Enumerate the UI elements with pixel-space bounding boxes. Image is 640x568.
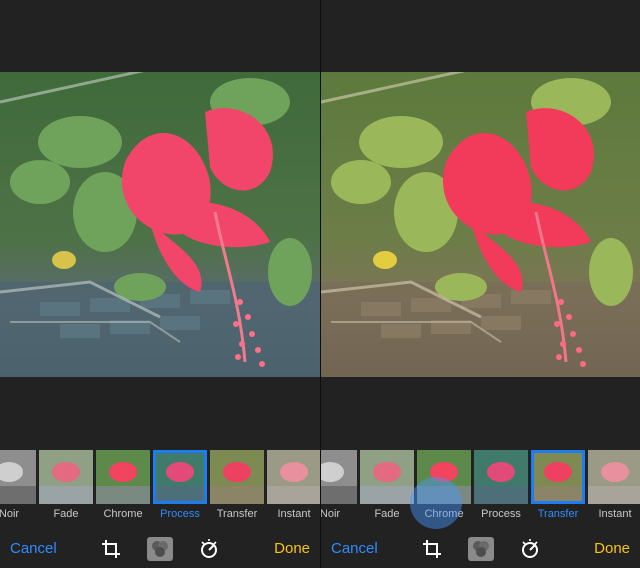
- adjust-icon[interactable]: [198, 538, 220, 560]
- cancel-button[interactable]: Cancel: [331, 540, 378, 557]
- crop-icon[interactable]: [100, 538, 122, 560]
- filter-label-fade[interactable]: Fade: [36, 508, 96, 520]
- editor-panel-right: Noir Fade Chrome Process Transfer Instan…: [321, 0, 640, 568]
- filter-label-noir[interactable]: Noir: [321, 508, 360, 520]
- filter-label-chrome[interactable]: Chrome: [93, 508, 153, 520]
- photo-preview: [321, 72, 640, 377]
- filter-thumb-process[interactable]: [474, 450, 528, 504]
- filter-thumb-process[interactable]: [153, 450, 207, 504]
- done-button[interactable]: Done: [594, 540, 630, 557]
- done-button[interactable]: Done: [274, 540, 310, 557]
- filter-thumb-fade[interactable]: [360, 450, 414, 504]
- bottom-toolbar: Cancel Done: [0, 530, 320, 568]
- photo-preview: [0, 72, 320, 377]
- filter-strip: [0, 450, 320, 504]
- bottom-toolbar: Cancel Done: [321, 530, 640, 568]
- filter-thumb-instant[interactable]: [588, 450, 640, 504]
- filter-labels: Noir Fade Chrome Process Transfer Instan…: [0, 508, 320, 524]
- filter-thumb-noir[interactable]: [0, 450, 36, 504]
- filter-labels: Noir Fade Chrome Process Transfer Instan…: [321, 508, 640, 524]
- filter-label-chrome[interactable]: Chrome: [414, 508, 474, 520]
- filter-thumb-chrome[interactable]: [417, 450, 471, 504]
- filter-thumb-noir[interactable]: [321, 450, 357, 504]
- filter-label-fade[interactable]: Fade: [357, 508, 417, 520]
- filter-label-noir[interactable]: Noir: [0, 508, 39, 520]
- crop-icon[interactable]: [421, 538, 443, 560]
- filter-label-transfer[interactable]: Transfer: [207, 508, 267, 520]
- filter-strip: [321, 450, 640, 504]
- filter-thumb-instant[interactable]: [267, 450, 320, 504]
- filter-label-instant[interactable]: Instant: [585, 508, 640, 520]
- filter-thumb-transfer[interactable]: [210, 450, 264, 504]
- filters-icon[interactable]: [147, 537, 173, 561]
- filter-label-process[interactable]: Process: [150, 508, 210, 520]
- adjust-icon[interactable]: [519, 538, 541, 560]
- filter-thumb-transfer[interactable]: [531, 450, 585, 504]
- filter-label-transfer[interactable]: Transfer: [528, 508, 588, 520]
- editor-panel-left: Noir Fade Chrome Process Transfer Instan…: [0, 0, 320, 568]
- filter-label-process[interactable]: Process: [471, 508, 531, 520]
- filters-icon[interactable]: [468, 537, 494, 561]
- cancel-button[interactable]: Cancel: [10, 540, 57, 557]
- filter-thumb-fade[interactable]: [39, 450, 93, 504]
- filter-thumb-chrome[interactable]: [96, 450, 150, 504]
- filter-label-instant[interactable]: Instant: [264, 508, 320, 520]
